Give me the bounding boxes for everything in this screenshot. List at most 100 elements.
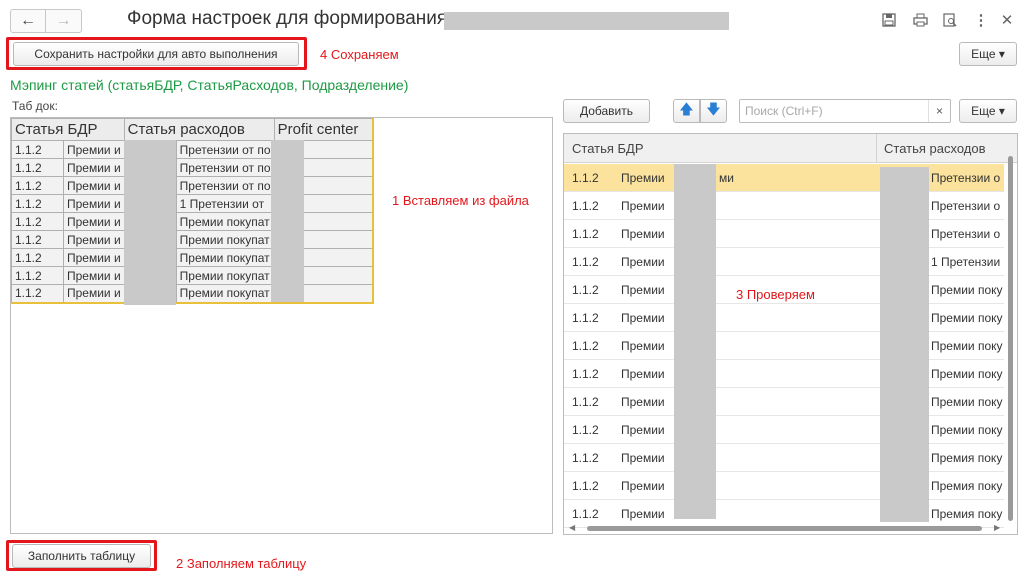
sheet-cell[interactable]: Премии и xyxy=(63,176,125,195)
more-vertical-icon[interactable]: ⋮ xyxy=(972,11,990,29)
sheet-cell[interactable]: Премии покупат xyxy=(175,266,275,285)
table-row[interactable]: 1.1.2 Премии Премия поку xyxy=(564,444,1004,472)
row-code: 1.1.2 xyxy=(572,283,599,297)
sheet-header-cell[interactable]: Статья БДР xyxy=(11,118,125,141)
move-up-button[interactable]: 🡅 xyxy=(673,99,700,123)
scroll-left-icon[interactable]: ◀ xyxy=(569,523,575,532)
save-settings-button[interactable]: Сохранить настройки для авто выполнения xyxy=(13,42,299,66)
arrow-right-icon: → xyxy=(55,12,72,29)
row-name: Премии xyxy=(621,451,665,465)
sheet-cell[interactable]: 1.1.2 xyxy=(11,176,64,195)
table-row-selected[interactable]: 1.1.2 Премии Претензии о ми xyxy=(564,164,1004,192)
row-name: Премии xyxy=(621,423,665,437)
sheet-cell[interactable]: Премии покупат xyxy=(175,248,275,267)
sheet-cell[interactable]: Претензии от по xyxy=(175,158,275,177)
sheet-row[interactable]: 1.1.2 Премии и Премии покупат xyxy=(11,230,374,249)
table-row[interactable]: 1.1.2 Премии Премии поку xyxy=(564,416,1004,444)
row-expense: 1 Претензии xyxy=(931,255,1001,269)
sheet-cell[interactable]: Премии покупат xyxy=(175,284,275,303)
table-row[interactable]: 1.1.2 Премии Премии поку xyxy=(564,360,1004,388)
back-button[interactable]: ← xyxy=(10,9,46,33)
sheet-cell[interactable]: Претензии от по xyxy=(175,140,275,159)
row-expense: Премия поку xyxy=(931,507,1003,521)
sheet-row[interactable]: 1.1.2 Премии и Премии покупат xyxy=(11,266,374,285)
table-row[interactable]: 1.1.2 Премии 1 Претензии xyxy=(564,248,1004,276)
row-expense: Премии поку xyxy=(931,339,1003,353)
sheet-cell[interactable]: Премии и xyxy=(63,140,125,159)
row-code: 1.1.2 xyxy=(572,395,599,409)
row-code: 1.1.2 xyxy=(572,311,599,325)
sheet-row[interactable]: 1.1.2 Премии и Премии покупат xyxy=(11,248,374,267)
sheet-cell[interactable]: Премии и xyxy=(63,194,125,213)
table-row[interactable]: 1.1.2 Премии Премии поку xyxy=(564,332,1004,360)
close-icon[interactable]: ✕ xyxy=(998,11,1016,29)
column-header-expense[interactable]: Статья расходов xyxy=(884,141,986,156)
sheet-row[interactable]: 1.1.2 Премии и Претензии от по xyxy=(11,176,374,195)
more-button-top[interactable]: Еще ▾ xyxy=(959,42,1017,66)
mapping-table[interactable]: Статья БДР Статья расходов 1.1.2 Премии Пр… xyxy=(563,133,1018,535)
sheet-cell[interactable]: Премии и xyxy=(63,248,125,267)
sheet-cell[interactable]: Претензии от по xyxy=(175,176,275,195)
sheet-cell[interactable]: 1.1.2 xyxy=(11,284,64,303)
sheet-header-cell[interactable]: Profit center xyxy=(273,118,374,141)
sheet-cell[interactable]: 1.1.2 xyxy=(11,266,64,285)
window-title: Форма настроек для формирования xyxy=(127,8,448,29)
row-name: Премии xyxy=(621,339,665,353)
save-icon[interactable] xyxy=(880,11,898,29)
vertical-scrollbar[interactable] xyxy=(1005,156,1017,521)
sheet-cell[interactable]: 1.1.2 xyxy=(11,248,64,267)
sheet-cell[interactable]: Премии и xyxy=(63,230,125,249)
column-divider xyxy=(876,134,877,163)
row-code: 1.1.2 xyxy=(572,367,599,381)
sheet-cell[interactable]: Премии покупат xyxy=(175,230,275,249)
clear-search-icon[interactable]: × xyxy=(928,100,950,122)
sheet-cell[interactable]: 1.1.2 xyxy=(11,158,64,177)
table-header: Статья БДР Статья расходов xyxy=(564,134,1017,163)
row-code: 1.1.2 xyxy=(572,507,599,521)
sheet-row[interactable]: 1.1.2 Премии и 1 Претензии от xyxy=(11,194,374,213)
more-button-table[interactable]: Еще ▾ xyxy=(959,99,1017,123)
fill-table-button[interactable]: Заполнить таблицу xyxy=(12,544,151,568)
table-row[interactable]: 1.1.2 Премии Премии поку xyxy=(564,304,1004,332)
table-row[interactable]: 1.1.2 Премии Претензии о xyxy=(564,220,1004,248)
column-header-bdr[interactable]: Статья БДР xyxy=(572,141,644,156)
sheet-row[interactable]: 1.1.2 Премии и Претензии от по xyxy=(11,158,374,177)
search-input[interactable] xyxy=(740,100,925,122)
preview-icon[interactable] xyxy=(941,11,959,29)
row-name: Премии xyxy=(621,311,665,325)
table-row[interactable]: 1.1.2 Премии Претензии о xyxy=(564,192,1004,220)
sheet-row[interactable]: 1.1.2 Премии и Премии покупат xyxy=(11,212,374,231)
sheet-cell[interactable]: Премии и xyxy=(63,266,125,285)
sheet-header-cell[interactable]: Статья расходов xyxy=(123,118,275,141)
move-down-button[interactable]: 🡇 xyxy=(700,99,727,123)
print-icon[interactable] xyxy=(911,11,929,29)
arrow-left-icon: ← xyxy=(20,12,36,29)
horizontal-scrollbar[interactable]: ◀ ▶ xyxy=(564,521,1017,534)
sheet-cell[interactable]: Премии покупат xyxy=(175,212,275,231)
redacted-area xyxy=(880,167,929,522)
scrollbar-thumb[interactable] xyxy=(587,526,982,531)
sheet-cell[interactable]: 1.1.2 xyxy=(11,194,64,213)
row-expense: Премии поку xyxy=(931,283,1003,297)
sheet-row[interactable]: 1.1.2 Премии и Претензии от по xyxy=(11,140,374,159)
tabdoc-label: Таб док: xyxy=(12,99,58,113)
scrollbar-thumb[interactable] xyxy=(1008,156,1013,521)
sheet-cell[interactable]: 1 Претензии от xyxy=(175,194,275,213)
table-row[interactable]: 1.1.2 Премии Премия поку xyxy=(564,472,1004,500)
scroll-right-icon[interactable]: ▶ xyxy=(994,523,1000,532)
sheet-cell[interactable]: Премии и xyxy=(63,158,125,177)
add-button[interactable]: Добавить xyxy=(563,99,650,123)
row-code: 1.1.2 xyxy=(572,479,599,493)
sheet-cell[interactable]: 1.1.2 xyxy=(11,140,64,159)
sheet-row[interactable]: 1.1.2 Премии и Премии покупат xyxy=(11,284,374,303)
row-name: Премии xyxy=(621,227,665,241)
search-field[interactable]: × xyxy=(739,99,951,123)
table-row[interactable]: 1.1.2 Премии Премии поку xyxy=(564,388,1004,416)
sheet-cell[interactable]: Премии и xyxy=(63,212,125,231)
sheet-cell[interactable]: 1.1.2 xyxy=(11,230,64,249)
spreadsheet-document[interactable]: Статья БДР Статья расходов Profit center… xyxy=(10,117,553,534)
sheet-cell[interactable]: Премии и xyxy=(63,284,125,303)
forward-button[interactable]: → xyxy=(46,9,82,33)
sheet-cell[interactable]: 1.1.2 xyxy=(11,212,64,231)
mapping-title: Мэпинг статей (статьяБДР, СтатьяРасходов… xyxy=(10,77,409,93)
